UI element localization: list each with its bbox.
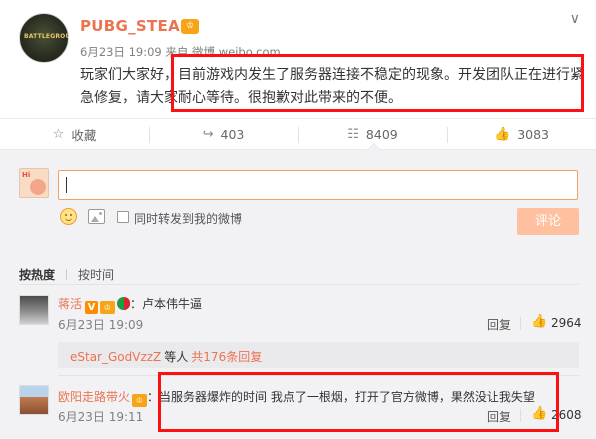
commenter-avatar[interactable]: [19, 295, 49, 325]
poster-avatar[interactable]: BATTLEGROUNDS: [19, 13, 69, 63]
tab-time[interactable]: 按时间: [78, 266, 114, 283]
thumbs-up-icon: 👍: [494, 126, 511, 142]
like-count: 3083: [517, 126, 549, 142]
vip-badge-icon: ♔: [181, 19, 199, 34]
commenter-name[interactable]: 欧阳走路带火: [58, 390, 130, 404]
sub-reply-user[interactable]: eStar_GodVzzZ: [70, 350, 161, 364]
text-cursor: [66, 177, 67, 193]
comment-input[interactable]: [58, 170, 578, 200]
tabs-divider: [19, 284, 579, 285]
comment-count: 8409: [365, 126, 398, 142]
comment-header: 蒋活 V ♔ ：卢本伟牛逼: [58, 297, 203, 314]
sort-tabs: 按热度 按时间: [19, 266, 114, 283]
vip-crown-icon: ♔: [132, 394, 148, 407]
comment-icon: ☷: [347, 126, 359, 142]
comment-like-count: 2964: [551, 316, 582, 330]
submit-comment-button[interactable]: 评论: [517, 208, 579, 235]
favorite-label: 收藏: [71, 127, 97, 143]
reply-button[interactable]: 回复: [487, 408, 511, 425]
my-avatar[interactable]: Hi: [19, 168, 49, 198]
flag-badge-icon: [117, 297, 131, 310]
verified-v-icon: V: [85, 301, 99, 314]
favorite-button[interactable]: ☆ 收藏: [0, 119, 149, 149]
post-meta: 6月23日 19:09 来自 微博 weibo.com: [80, 45, 281, 59]
like-button[interactable]: 👍 3083: [447, 119, 596, 149]
avatar-logo-text: BATTLEGROUNDS: [24, 33, 68, 40]
thumbs-up-icon[interactable]: 👍: [531, 406, 547, 421]
avatar-hi-text: Hi: [22, 171, 31, 179]
star-icon: ☆: [52, 126, 65, 142]
commenter-name[interactable]: 蒋活: [58, 297, 82, 311]
repost-checkbox-label[interactable]: 同时转发到我的微博: [134, 210, 242, 227]
repost-icon: ↪: [202, 126, 214, 142]
repost-checkbox[interactable]: [117, 211, 129, 223]
comment-like-count: 2608: [551, 408, 582, 422]
more-replies-link[interactable]: 共176条回复: [191, 350, 262, 364]
image-icon[interactable]: [88, 209, 105, 224]
comment-text: 卢本伟牛逼: [142, 297, 203, 311]
comment-header: 欧阳走路带火 ♔ ：当服务器爆炸的时间 我点了一根烟，打开了官方微博，果然没让我失望: [58, 390, 535, 407]
thumbs-up-icon[interactable]: 👍: [531, 314, 547, 329]
comment-text: 当服务器爆炸的时间 我点了一根烟，打开了官方微博，果然没让我失望: [159, 390, 535, 404]
tab-hot[interactable]: 按热度: [19, 266, 55, 283]
action-bar: ☆ 收藏 ↪ 403 ☷ 8409 👍 3083: [0, 118, 596, 150]
chevron-down-icon[interactable]: ∨: [570, 11, 580, 27]
comment-date: 6月23日 19:09: [58, 318, 144, 332]
poster-name[interactable]: PUBG_STEAM: [80, 17, 195, 35]
reply-button[interactable]: 回复: [487, 316, 511, 333]
repost-button[interactable]: ↪ 403: [149, 119, 298, 149]
comment-date: 6月23日 19:11: [58, 410, 144, 424]
vip-crown-icon: ♔: [100, 301, 116, 314]
emoji-icon[interactable]: [60, 208, 77, 225]
sub-reply-summary: eStar_GodVzzZ 等人 共176条回复: [70, 350, 263, 364]
post-text: 玩家们大家好，目前游戏内发生了服务器连接不稳定的现象。开发团队正在进行紧急修复，…: [80, 67, 584, 106]
commenter-avatar[interactable]: [19, 385, 49, 415]
repost-count: 403: [220, 126, 245, 142]
